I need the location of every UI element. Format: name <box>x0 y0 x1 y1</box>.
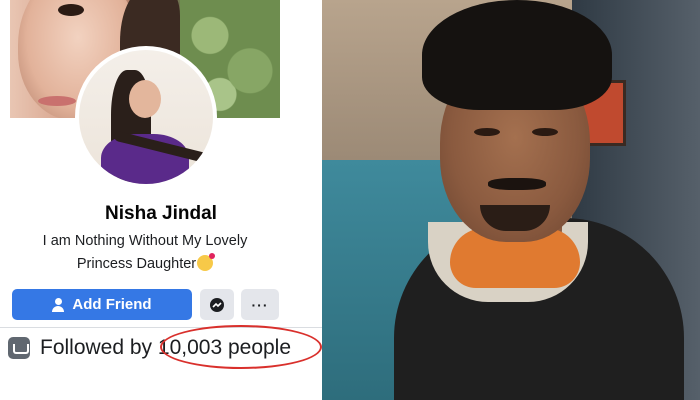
profile-picture-frame[interactable] <box>75 46 217 188</box>
cover-lips <box>38 96 76 106</box>
avatar-face <box>129 80 161 118</box>
cover-eye <box>58 4 84 16</box>
profile-bio-line-2: Princess Daughter <box>0 253 290 272</box>
man-left-eye <box>474 128 500 136</box>
messenger-icon <box>210 297 224 312</box>
profile-bio-line-1: I am Nothing Without My Lovely <box>42 233 248 249</box>
profile-picture[interactable] <box>79 50 213 184</box>
profile-name: Nisha Jindal <box>105 203 217 224</box>
add-friend-label: Add Friend <box>72 296 152 313</box>
more-options-button[interactable]: ··· <box>241 289 279 320</box>
man-right-eye <box>532 128 558 136</box>
person-add-icon <box>52 297 66 312</box>
profile-card: Nisha Jindal I am Nothing Without My Lov… <box>0 0 322 400</box>
kiss-emoji-icon <box>197 253 216 271</box>
man-hair <box>422 0 612 110</box>
comparison-photo <box>322 0 700 400</box>
annotation-circle <box>160 325 322 369</box>
message-button[interactable] <box>200 289 234 320</box>
followers-icon <box>8 337 30 359</box>
man-moustache <box>488 178 546 190</box>
profile-bio-line-2-text: Princess Daughter <box>76 256 197 272</box>
add-friend-button[interactable]: Add Friend <box>12 289 192 320</box>
more-icon: ··· <box>251 296 269 313</box>
